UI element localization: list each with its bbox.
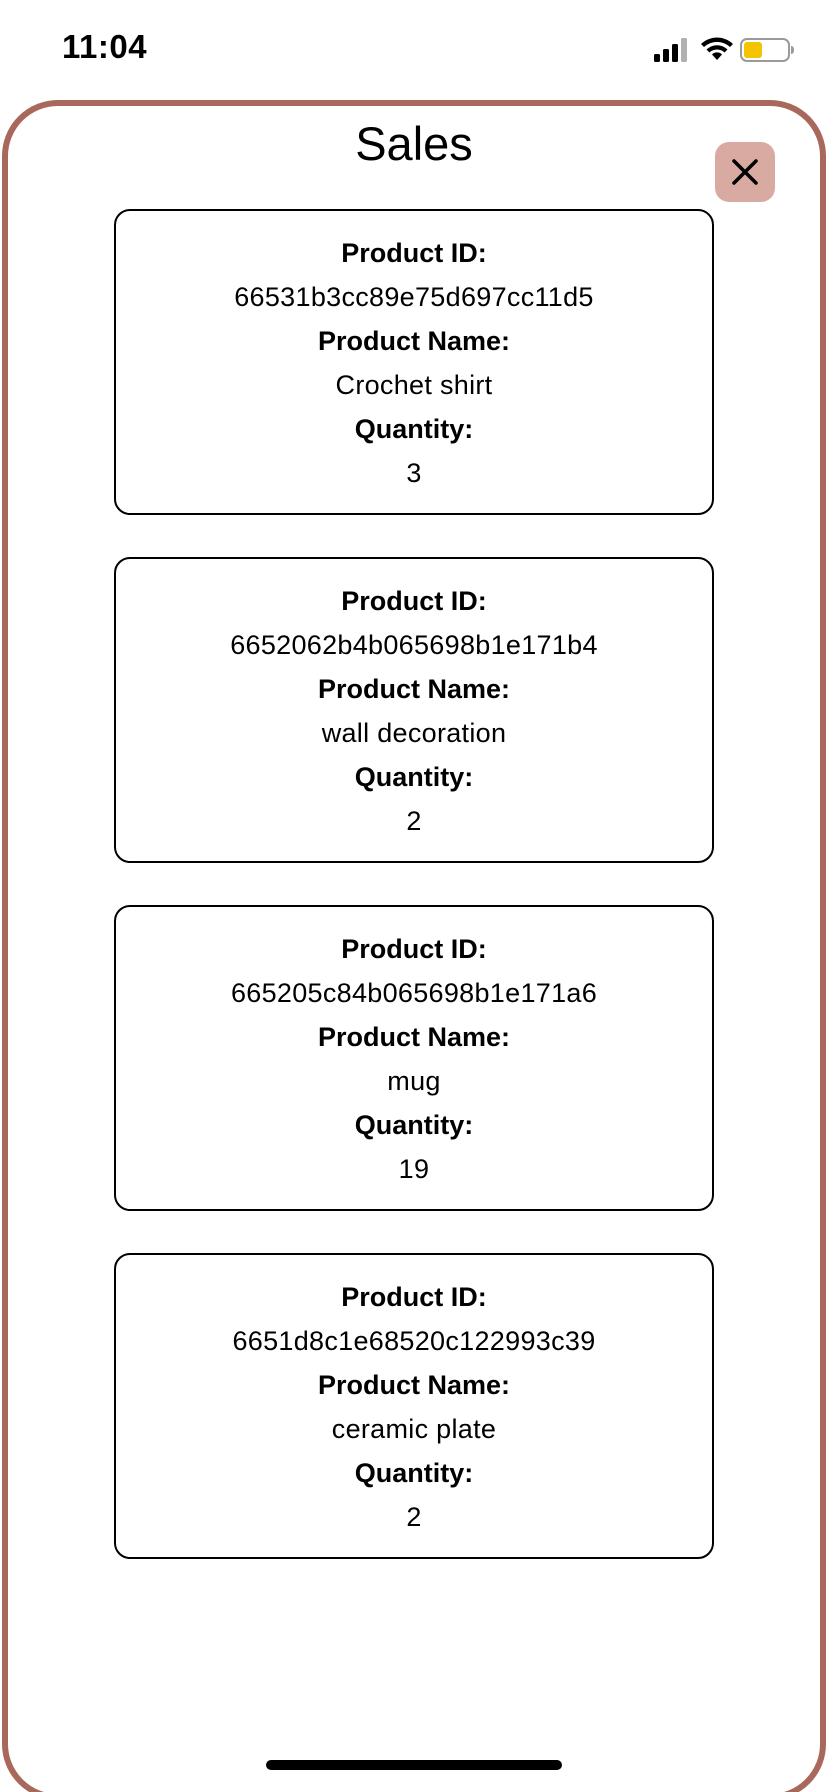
product-name-value: ceramic plate <box>331 1414 497 1444</box>
quantity-label: Quantity: <box>354 762 474 792</box>
product-id-label: Product ID: <box>341 586 487 616</box>
product-id-label: Product ID: <box>341 934 487 964</box>
signal-icon <box>654 38 687 62</box>
product-id-label: Product ID: <box>341 238 487 268</box>
product-id-value: 6651d8c1e68520c122993c39 <box>232 1326 596 1356</box>
modal-title: Sales <box>355 117 473 170</box>
product-name-label: Product Name: <box>317 674 511 704</box>
quantity-value: 3 <box>406 458 422 488</box>
sale-card: Product ID: 66531b3cc89e75d697cc11d5 Pro… <box>114 209 714 515</box>
home-indicator[interactable] <box>266 1760 562 1770</box>
quantity-value: 2 <box>406 1502 422 1532</box>
quantity-value: 2 <box>406 806 422 836</box>
product-id-value: 66531b3cc89e75d697cc11d5 <box>234 282 594 312</box>
sales-modal: Sales Product ID: 66531b3cc89e75d697cc11… <box>2 100 826 1792</box>
quantity-label: Quantity: <box>354 1110 474 1140</box>
sale-card: Product ID: 665205c84b065698b1e171a6 Pro… <box>114 905 714 1211</box>
status-bar: 11:04 <box>0 0 828 100</box>
product-name-label: Product Name: <box>317 1022 511 1052</box>
quantity-label: Quantity: <box>354 414 474 444</box>
status-time: 11:04 <box>62 28 148 65</box>
close-button[interactable] <box>715 142 775 202</box>
product-name-label: Product Name: <box>317 1370 511 1400</box>
sales-list: Product ID: 66531b3cc89e75d697cc11d5 Pro… <box>114 209 714 1601</box>
product-name-value: wall decoration <box>321 718 507 748</box>
sale-card: Product ID: 6652062b4b065698b1e171b4 Pro… <box>114 557 714 863</box>
close-icon <box>732 159 758 185</box>
sales-screen: 11:04 Sales Product ID: 66531b3cc89e75d6… <box>0 0 828 1792</box>
product-id-value: 6652062b4b065698b1e171b4 <box>230 630 598 660</box>
product-name-value: mug <box>387 1066 441 1096</box>
product-name-label: Product Name: <box>317 326 511 356</box>
battery-icon <box>740 38 794 62</box>
quantity-value: 19 <box>398 1154 430 1184</box>
quantity-label: Quantity: <box>354 1458 474 1488</box>
product-id-label: Product ID: <box>341 1282 487 1312</box>
product-id-value: 665205c84b065698b1e171a6 <box>230 978 598 1008</box>
product-name-value: Crochet shirt <box>335 370 493 400</box>
wifi-icon <box>701 37 733 60</box>
sale-card: Product ID: 6651d8c1e68520c122993c39 Pro… <box>114 1253 714 1559</box>
